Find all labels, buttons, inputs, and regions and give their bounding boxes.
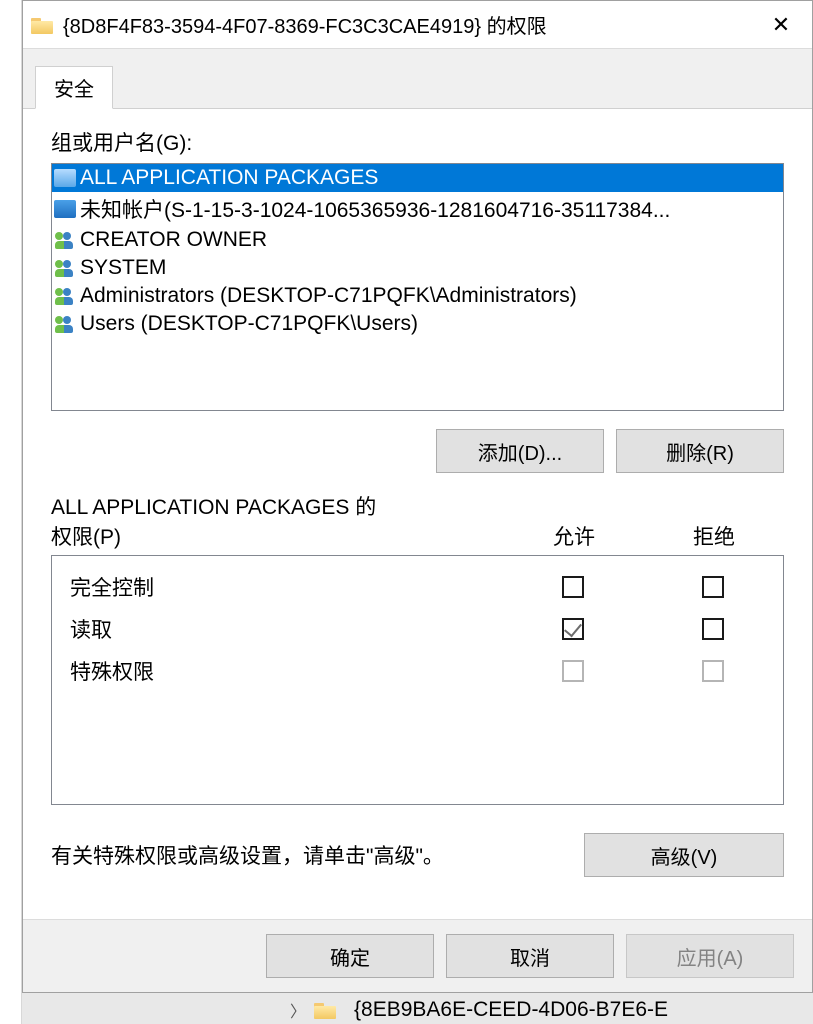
permissions-dialog: {8D8F4F83-3594-4F07-8369-FC3C3CAE4919} 的… — [22, 0, 813, 993]
ok-button-label: 确定 — [330, 942, 370, 971]
tab-strip: 安全 — [23, 49, 812, 109]
permission-name: 特殊权限 — [70, 656, 503, 686]
close-button[interactable]: ✕ — [758, 9, 804, 41]
hint-text: 有关特殊权限或高级设置，请单击"高级"。 — [51, 840, 564, 870]
user-row[interactable]: Users (DESKTOP-C71PQFK\Users) — [52, 310, 783, 338]
permission-row: 读取 — [52, 608, 783, 650]
permissions-title-line2: 权限(P) — [51, 521, 504, 551]
folder-icon — [314, 1001, 336, 1019]
deny-cell — [643, 660, 783, 682]
package-icon — [54, 169, 76, 187]
hint-row: 有关特殊权限或高级设置，请单击"高级"。 高级(V) — [51, 833, 784, 877]
user-row[interactable]: CREATOR OWNER — [52, 226, 783, 254]
dialog-footer: 确定 取消 应用(A) — [23, 919, 812, 992]
users-icon — [54, 231, 76, 249]
permission-name: 完全控制 — [70, 572, 503, 602]
content-area: 组或用户名(G): ALL APPLICATION PACKAGES 未知帐户(S… — [23, 109, 812, 919]
allow-checkbox[interactable] — [562, 576, 584, 598]
users-icon — [54, 315, 76, 333]
cancel-button-label: 取消 — [510, 942, 550, 971]
user-row-label: ALL APPLICATION PACKAGES — [80, 166, 378, 190]
user-row[interactable]: ALL APPLICATION PACKAGES — [52, 164, 783, 192]
user-row[interactable]: 未知帐户(S-1-15-3-1024-1065365936-1281604716… — [52, 192, 783, 226]
permissions-title-line1: ALL APPLICATION PACKAGES 的 — [51, 491, 504, 521]
remove-button[interactable]: 删除(R) — [616, 429, 784, 473]
allow-checkbox[interactable] — [562, 618, 584, 640]
users-listbox[interactable]: ALL APPLICATION PACKAGES 未知帐户(S-1-15-3-10… — [51, 163, 784, 411]
permissions-header: ALL APPLICATION PACKAGES 的 权限(P) 允许 拒绝 — [51, 491, 784, 551]
apply-button[interactable]: 应用(A) — [626, 934, 794, 978]
user-row-label: Users (DESKTOP-C71PQFK\Users) — [80, 312, 418, 336]
allow-cell — [503, 618, 643, 640]
allow-checkbox — [562, 660, 584, 682]
advanced-button-label: 高级(V) — [651, 841, 718, 870]
deny-checkbox[interactable] — [702, 576, 724, 598]
background-item-label: {8EB9BA6E-CEED-4D06-B7E6-E — [354, 998, 668, 1022]
users-icon — [54, 287, 76, 305]
allow-cell — [503, 660, 643, 682]
permission-name: 读取 — [70, 614, 503, 644]
user-row[interactable]: Administrators (DESKTOP-C71PQFK\Administ… — [52, 282, 783, 310]
permissions-listbox: 完全控制读取特殊权限 — [51, 555, 784, 805]
user-row-label: 未知帐户(S-1-15-3-1024-1065365936-1281604716… — [80, 194, 670, 224]
advanced-button[interactable]: 高级(V) — [584, 833, 784, 877]
remove-button-label: 删除(R) — [666, 437, 734, 466]
groups-label: 组或用户名(G): — [51, 127, 784, 157]
tab-security[interactable]: 安全 — [35, 66, 113, 109]
titlebar: {8D8F4F83-3594-4F07-8369-FC3C3CAE4919} 的… — [23, 1, 812, 49]
deny-checkbox — [702, 660, 724, 682]
user-row-label: CREATOR OWNER — [80, 228, 267, 252]
user-row-label: SYSTEM — [80, 256, 166, 280]
permission-row: 完全控制 — [52, 566, 783, 608]
add-remove-row: 添加(D)... 删除(R) — [51, 429, 784, 473]
cancel-button[interactable]: 取消 — [446, 934, 614, 978]
folder-icon — [31, 16, 53, 34]
window-title: {8D8F4F83-3594-4F07-8369-FC3C3CAE4919} 的… — [63, 10, 758, 39]
permission-row: 特殊权限 — [52, 650, 783, 692]
user-row-label: Administrators (DESKTOP-C71PQFK\Administ… — [80, 284, 577, 308]
tab-security-label: 安全 — [54, 79, 94, 101]
apply-button-label: 应用(A) — [677, 942, 744, 971]
deny-checkbox[interactable] — [702, 618, 724, 640]
ok-button[interactable]: 确定 — [266, 934, 434, 978]
user-row[interactable]: SYSTEM — [52, 254, 783, 282]
background-left-strip — [0, 0, 22, 1024]
package-icon — [54, 200, 76, 218]
add-button-label: 添加(D)... — [478, 437, 562, 466]
allow-column-header: 允许 — [504, 521, 644, 551]
deny-cell — [643, 618, 783, 640]
background-tree-item: 〉 {8EB9BA6E-CEED-4D06-B7E6-E — [290, 998, 668, 1022]
deny-cell — [643, 576, 783, 598]
add-button[interactable]: 添加(D)... — [436, 429, 604, 473]
close-icon: ✕ — [772, 12, 790, 38]
chevron-right-icon: 〉 — [290, 998, 306, 1022]
deny-column-header: 拒绝 — [644, 521, 784, 551]
users-icon — [54, 259, 76, 277]
allow-cell — [503, 576, 643, 598]
